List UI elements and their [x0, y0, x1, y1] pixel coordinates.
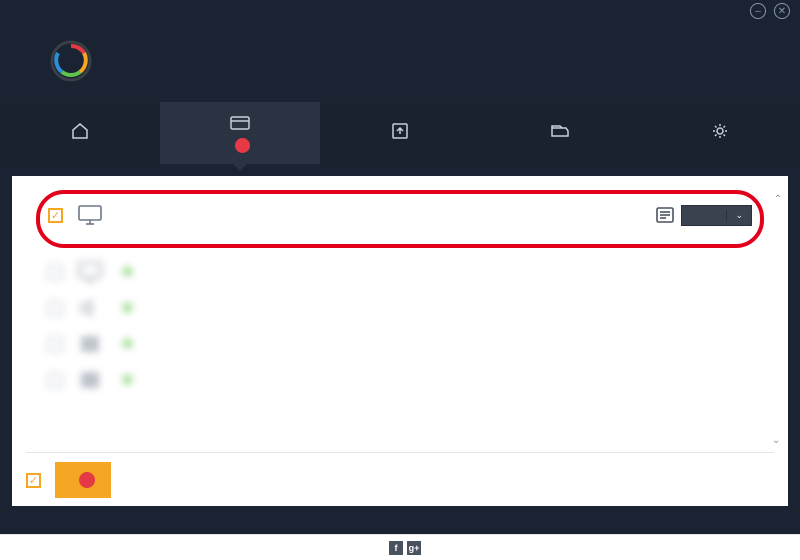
update-button[interactable]: ⌄: [681, 205, 752, 226]
backup-icon: [389, 121, 411, 141]
driver-row: ✓: [26, 326, 774, 362]
scrollbar[interactable]: ⌃ ⌄: [772, 194, 784, 446]
facebook-icon[interactable]: f: [389, 541, 403, 555]
content-panel: ✓ ⌄ ✓ ✓ ✓ ✓ ⌃ ⌄: [12, 176, 788, 506]
driver-row-primary[interactable]: ✓ ⌄: [26, 194, 774, 236]
updates-badge: [235, 138, 250, 153]
driver-row: ✓: [26, 254, 774, 290]
minimize-button[interactable]: –: [750, 3, 766, 19]
scroll-up-icon[interactable]: ⌃: [772, 194, 784, 205]
select-all-checkbox[interactable]: ✓: [26, 473, 41, 488]
windows-icon: [77, 369, 103, 391]
monitor-icon: [77, 261, 103, 283]
nav-driver-updates[interactable]: [160, 102, 320, 164]
driver-row: ✓: [26, 362, 774, 398]
scroll-down-icon[interactable]: ⌄: [772, 435, 780, 446]
driver-row: ✓: [26, 290, 774, 326]
download-install-button[interactable]: [55, 462, 111, 498]
updates-icon: [229, 113, 251, 133]
nav-backup[interactable]: [320, 102, 480, 164]
nav-restore[interactable]: [480, 102, 640, 164]
main-nav: [0, 102, 800, 164]
nav-home[interactable]: [0, 102, 160, 164]
close-button[interactable]: ✕: [774, 3, 790, 19]
app-logo: [50, 40, 92, 82]
download-badge: [79, 472, 95, 488]
details-icon[interactable]: [655, 206, 675, 224]
monitor-icon: [77, 204, 103, 226]
chevron-down-icon[interactable]: ⌄: [726, 210, 751, 221]
nav-settings[interactable]: [640, 102, 800, 164]
title-bar: – ✕: [0, 0, 800, 22]
app-header: [0, 22, 800, 102]
windows-icon: [77, 333, 103, 355]
google-plus-icon[interactable]: g+: [407, 541, 421, 555]
restore-icon: [549, 121, 571, 141]
action-bar: ✓: [26, 452, 774, 498]
footer: f g+: [0, 534, 800, 560]
social-links: f g+: [389, 541, 421, 555]
home-icon: [69, 121, 91, 141]
audio-icon: [77, 297, 103, 319]
checkbox-checked[interactable]: ✓: [48, 208, 63, 223]
settings-icon: [709, 121, 731, 141]
